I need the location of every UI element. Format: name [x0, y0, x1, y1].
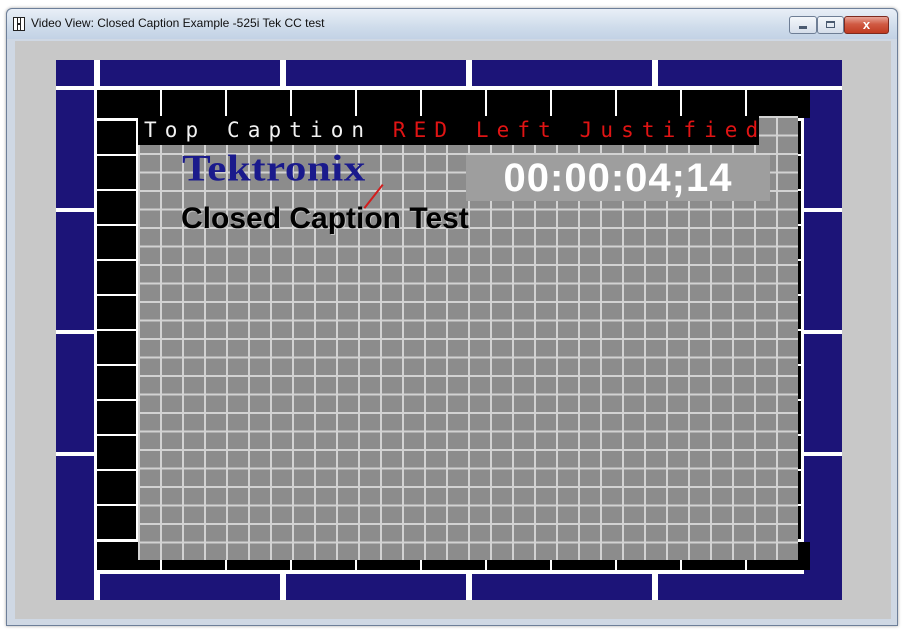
pattern-block-top-5: [422, 90, 485, 118]
video-view-window: Video View: Closed Caption Example -525i…: [6, 8, 898, 626]
close-button[interactable]: x: [844, 16, 889, 34]
closed-caption-test-label: Closed Caption Test: [181, 202, 469, 235]
border-block-bottom-2: [286, 574, 466, 600]
pattern-block-left-7: [97, 366, 136, 399]
pattern-block-left-1: [97, 156, 136, 189]
video-view-content: Top Caption RED Left Justified Tektronix…: [15, 41, 891, 619]
border-block-top-5: [804, 60, 842, 86]
border-block-top-1: [100, 60, 280, 86]
title-bar[interactable]: Video View: Closed Caption Example -525i…: [7, 9, 897, 39]
border-block-top-2: [286, 60, 466, 86]
pattern-block-top-1: [162, 90, 225, 118]
pattern-block-left-4: [97, 261, 136, 294]
border-block-top-0: [56, 60, 94, 86]
pattern-block-top-6: [487, 90, 550, 118]
border-block-left-1: [56, 212, 94, 330]
pattern-block-left-0: [97, 121, 136, 154]
maximize-button[interactable]: [817, 16, 844, 34]
pattern-block-top-8: [617, 90, 680, 118]
border-block-left-0: [56, 90, 94, 208]
border-block-top-3: [472, 60, 652, 86]
minimize-icon: [799, 26, 807, 29]
film-strip-icon[interactable]: [13, 17, 25, 31]
border-block-right-2: [804, 334, 842, 452]
border-block-bottom-1: [100, 574, 280, 600]
pattern-block-left-5: [97, 296, 136, 329]
border-block-bottom-3: [472, 574, 652, 600]
border-block-left-2: [56, 334, 94, 452]
border-block-bottom-0: [56, 574, 94, 600]
pattern-block-left-2: [97, 191, 136, 224]
minimize-button[interactable]: [789, 16, 817, 34]
caption-text-red: RED Left Justified: [392, 118, 767, 142]
pattern-block-top-7: [552, 90, 615, 118]
video-frame: Top Caption RED Left Justified Tektronix…: [56, 60, 842, 600]
pattern-block-left-10: [97, 471, 136, 504]
tektronix-logo: Tektronix: [182, 148, 366, 189]
pattern-block-top-3: [292, 90, 355, 118]
pattern-block-left-11: [97, 506, 136, 539]
pattern-block-top-10: [747, 90, 810, 118]
timecode-display: 00:00:04;14: [466, 155, 770, 201]
pattern-block-left-9: [97, 436, 136, 469]
border-block-left-3: [56, 456, 94, 574]
caption-text-white: Top Caption: [144, 118, 393, 142]
border-block-right-1: [804, 212, 842, 330]
pattern-block-top-0: [97, 90, 160, 118]
pattern-block-left-6: [97, 331, 136, 364]
pattern-block-left-8: [97, 401, 136, 434]
border-block-bottom-5: [804, 574, 842, 600]
pattern-block-left-3: [97, 226, 136, 259]
close-icon: x: [862, 17, 871, 32]
pattern-block-top-9: [682, 90, 745, 118]
window-title: Video View: Closed Caption Example -525i…: [31, 16, 325, 30]
pattern-block-top-4: [357, 90, 420, 118]
closed-caption-top: Top Caption RED Left Justified: [138, 116, 759, 145]
pattern-block-top-2: [227, 90, 290, 118]
maximize-icon: [826, 21, 835, 28]
